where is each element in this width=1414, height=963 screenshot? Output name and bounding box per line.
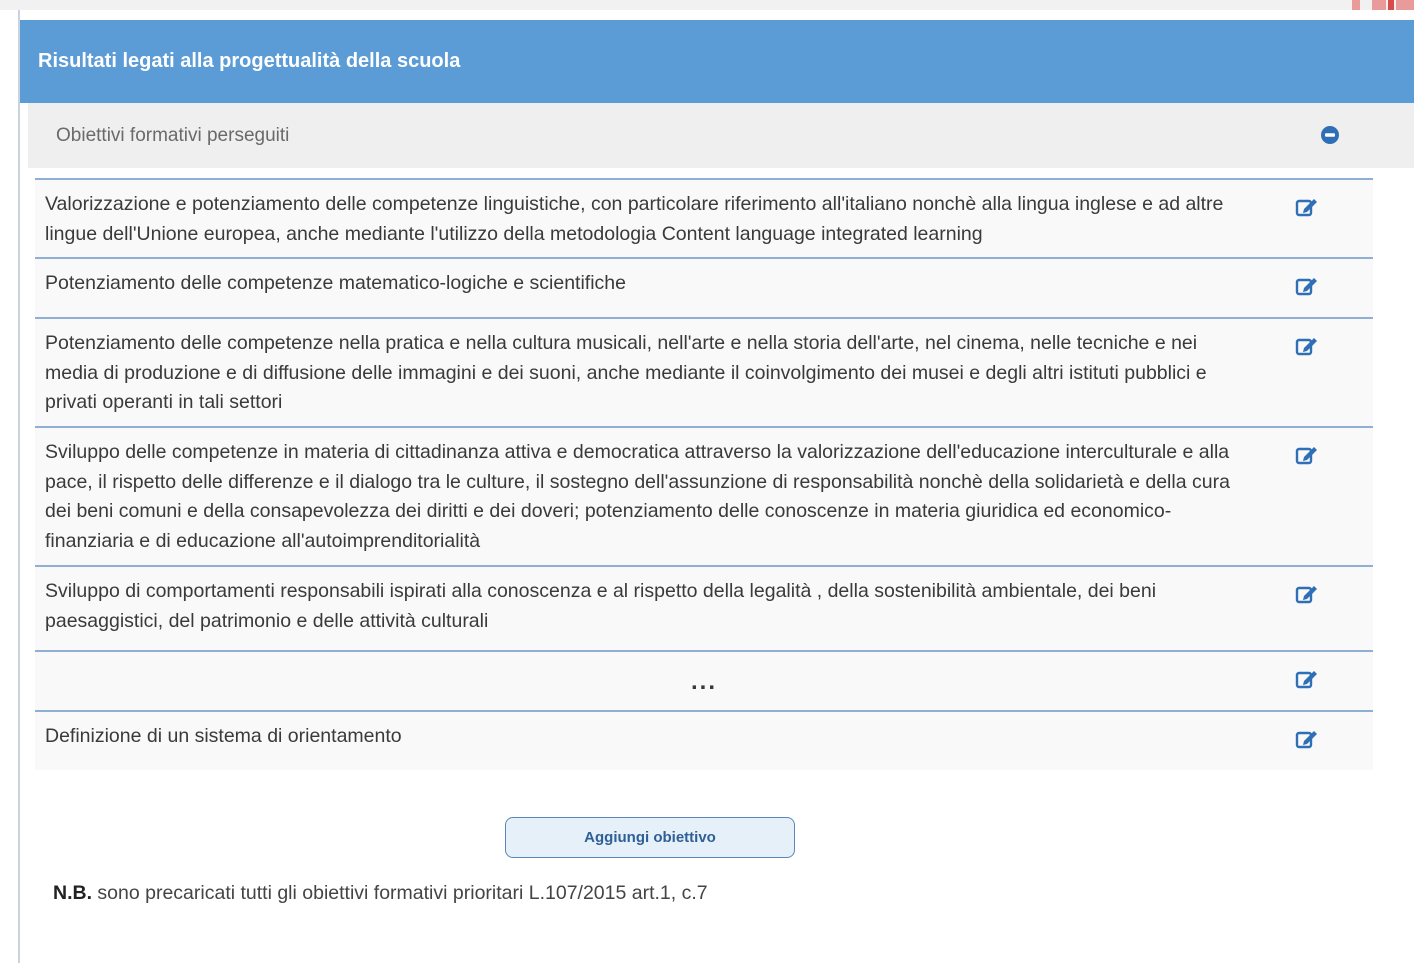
edit-icon[interactable] [1295,728,1319,750]
edit-icon[interactable] [1295,335,1319,357]
omitted-items-ellipsis: ... [690,668,717,695]
objective-text-line: paesaggistici, del patrimonio e delle at… [45,609,489,632]
list-item: Sviluppo di comportamenti responsabili i… [35,565,1373,650]
list-item: Definizione di un sistema di orientament… [35,710,1373,770]
footnote-text: sono precaricati tutti gli obiettivi for… [92,882,708,904]
list-item: Sviluppo delle competenze in materia di … [35,426,1373,565]
panel-header: Risultati legati alla progettualità dell… [20,20,1414,103]
minus-circle-icon[interactable] [1320,125,1340,145]
objective-text-line: Definizione di un sistema di orientament… [45,725,402,747]
list-item: ... [35,650,1373,710]
objectives-section-header[interactable]: Obiettivi formativi perseguiti [28,103,1414,168]
edit-icon[interactable] [1295,196,1319,218]
section-title: Obiettivi formativi perseguiti [56,124,290,146]
edit-icon[interactable] [1295,275,1319,297]
objective-text-line: privati operanti in tali settori [45,391,283,413]
edit-icon[interactable] [1295,668,1319,690]
corner-decoration [1396,0,1414,10]
add-objective-button[interactable]: Aggiungi obiettivo [505,817,795,858]
objective-text-line: Sviluppo delle competenze in materia di … [45,441,1230,463]
footnote-prefix: N.B. [53,882,92,904]
objectives-list: Valorizzazione e potenziamento delle com… [35,178,1373,770]
top-strip [0,0,1414,10]
list-item: Valorizzazione e potenziamento delle com… [35,178,1373,257]
list-item: Potenziamento delle competenze matematic… [35,257,1373,317]
objective-text-line: dei beni comuni e della consapevolezza d… [45,500,1172,522]
objective-text-line: pace, il rispetto delle differenze e il … [45,470,1230,493]
edit-icon[interactable] [1295,583,1319,605]
footnote: N.B. sono precaricati tutti gli obiettiv… [53,882,708,905]
panel-title: Risultati legati alla progettualità dell… [38,50,461,72]
corner-decoration [1388,0,1394,10]
objective-text-line: Potenziamento delle competenze nella pra… [45,332,1198,354]
objective-text-line: finanziaria e di educazione all'autoimpr… [45,529,481,552]
list-item: Potenziamento delle competenze nella pra… [35,317,1373,426]
objective-text-line: Sviluppo di comportamenti responsabili i… [45,580,1157,602]
corner-decoration [1372,0,1386,10]
objective-text-line: media di produzione e di diffusione dell… [45,361,1207,384]
objective-text-line: Potenziamento delle competenze matematic… [45,272,626,294]
objective-text-line: lingue dell'Unione europea, anche median… [45,222,983,245]
objective-text-line: Valorizzazione e potenziamento delle com… [45,193,1224,215]
edit-icon[interactable] [1295,444,1319,466]
corner-decoration [1352,0,1360,10]
